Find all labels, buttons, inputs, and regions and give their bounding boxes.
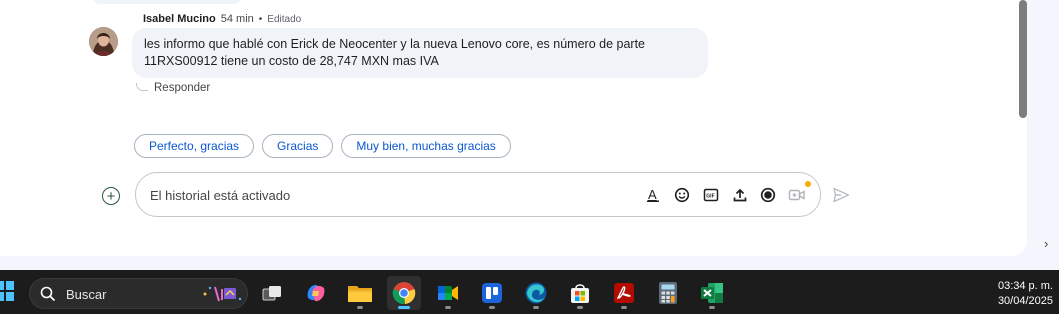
reply-thread[interactable]: Responder — [136, 82, 210, 94]
send-icon[interactable] — [832, 186, 850, 204]
clock-date: 30/04/2025 — [997, 295, 1053, 307]
reply-button[interactable]: Responder — [154, 82, 210, 94]
message-bubble[interactable]: les informo que hablé con Erick de Neoce… — [132, 28, 708, 78]
chevron-right-icon[interactable]: › — [1044, 236, 1048, 251]
message-input[interactable] — [150, 184, 630, 206]
microsoft-store-icon[interactable] — [563, 276, 597, 310]
app-indicator — [489, 306, 495, 309]
video-meeting-icon[interactable] — [788, 186, 806, 204]
acrobat-icon[interactable] — [607, 276, 641, 310]
emoji-icon[interactable] — [673, 186, 691, 204]
message-time: 54 min — [220, 13, 254, 25]
svg-text:A: A — [648, 187, 657, 202]
message-composer: A GIF — [135, 172, 821, 217]
record-video-message-icon[interactable] — [759, 186, 777, 204]
calculator-icon[interactable] — [651, 276, 685, 310]
microsoft-todo-icon[interactable] — [475, 276, 509, 310]
gif-icon[interactable]: GIF — [702, 186, 720, 204]
excel-icon[interactable] — [695, 276, 729, 310]
search-icon — [40, 286, 56, 307]
sender-name: Isabel Mucino — [143, 13, 216, 25]
task-view-icon[interactable] — [255, 276, 289, 310]
svg-text:GIF: GIF — [706, 193, 714, 199]
app-indicator — [357, 306, 363, 309]
add-icon[interactable]: + — [102, 187, 120, 205]
search-highlight-icon — [200, 283, 244, 310]
app-indicator — [445, 306, 451, 309]
upload-icon[interactable] — [731, 186, 749, 204]
clock-time: 03:34 p. m. — [997, 280, 1053, 292]
app-indicator — [533, 306, 539, 309]
notification-dot — [805, 181, 811, 187]
message-line: les informo que hablé con Erick de Neoce… — [144, 37, 645, 51]
smart-reply-chips: Perfecto, gracias Gracias Muy bien, much… — [134, 134, 511, 158]
app-indicator — [577, 306, 583, 309]
app-indicator — [398, 306, 410, 309]
app-indicator — [709, 306, 715, 309]
windows-start-icon[interactable] — [0, 281, 14, 306]
header-separator: • — [258, 13, 263, 25]
thread-line-icon — [136, 83, 148, 91]
edited-label: Editado — [267, 13, 302, 25]
file-explorer-icon[interactable] — [343, 276, 377, 310]
smart-reply-chip[interactable]: Perfecto, gracias — [134, 134, 255, 158]
app-indicator — [621, 306, 627, 309]
edge-icon[interactable] — [519, 276, 553, 310]
message-line: 11RXS00912 tiene un costo de 28,747 MXN … — [144, 54, 439, 68]
copilot-icon[interactable] — [299, 276, 333, 310]
smart-reply-chip[interactable]: Gracias — [262, 134, 334, 158]
search-label: Buscar — [66, 287, 107, 302]
taskbar-search[interactable]: Buscar — [29, 278, 248, 309]
taskbar: Buscar 03:34 p. m. 30/04/2025 — [0, 270, 1059, 314]
system-clock[interactable]: 03:34 p. m. 30/04/2025 — [998, 279, 1053, 309]
message-header: Isabel Mucino 54 min • Editado — [143, 13, 301, 25]
smart-reply-chip[interactable]: Muy bien, muchas gracias — [341, 134, 511, 158]
chat-panel: Isabel Mucino 54 min • Editado les infor… — [0, 0, 1027, 256]
format-text-icon[interactable]: A — [644, 186, 662, 204]
previous-message-bubble — [92, 0, 242, 4]
google-meet-icon[interactable] — [431, 276, 465, 310]
scrollbar-thumb[interactable] — [1019, 0, 1027, 118]
chrome-icon[interactable] — [387, 276, 421, 310]
avatar[interactable] — [89, 27, 118, 56]
